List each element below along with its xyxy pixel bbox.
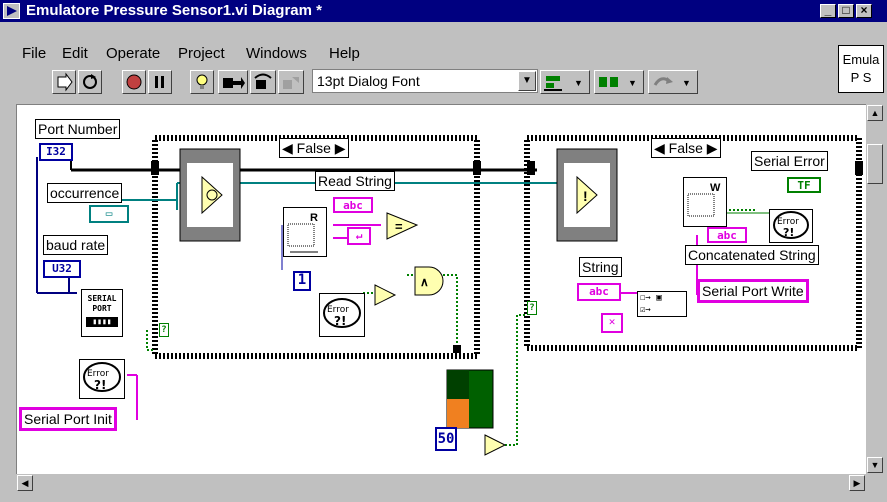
step-out-button[interactable] [278,70,304,94]
concat-string-indicator[interactable]: abc [707,227,747,243]
menu-windows[interactable]: Windows [246,45,307,62]
case-selector-1[interactable]: ◀ False ▶ [279,138,349,158]
baud-rate-label: baud rate [43,235,109,255]
font-select-value: 13pt Dialog Font [317,73,420,89]
error-handler-node-1[interactable]: Error?! [79,359,125,399]
byte-count-constant[interactable]: 1 [293,271,311,291]
return-char-constant[interactable]: ↵ [347,227,371,245]
case-selector-2[interactable]: ◀ False ▶ [651,138,721,158]
svg-text:?!: ?! [783,226,794,239]
svg-text:?!: ?! [334,314,346,328]
menu-edit[interactable]: Edit [62,45,88,62]
svg-text:?!: ?! [94,378,106,392]
concatenate-strings-node[interactable]: ☐→ ▣ ☑→ [637,291,687,317]
scroll-right-icon[interactable]: ▶ [849,475,865,491]
step-over-button[interactable] [250,70,276,94]
serial-read-node[interactable]: R [283,207,327,257]
vertical-scroll-thumb[interactable] [867,144,883,184]
block-diagram-canvas[interactable]: = ∧ ! Port Number I32 occurrence ▭ baud … [16,104,868,476]
port-number-control[interactable]: I32 [39,143,73,161]
case-selector-2-value: False [668,140,703,156]
scroll-up-icon[interactable]: ▲ [867,105,883,121]
minimize-button[interactable]: _ [820,4,836,18]
svg-text:!: ! [583,188,588,204]
occurrence-control[interactable]: ▭ [89,205,129,223]
occurrence-label: occurrence [47,183,123,203]
menu-file[interactable]: File [22,45,46,62]
serial-port-init-label: Serial Port Init [19,407,117,431]
size-grip[interactable] [866,474,884,492]
case1-selector-terminal: ? [159,323,169,337]
run-button[interactable] [52,70,76,94]
chevron-down-icon[interactable]: ▼ [518,71,536,91]
read-r-text: R [310,212,318,224]
svg-text:=: = [395,219,403,234]
string-constant-icon[interactable]: ✕ [601,313,623,333]
scroll-left-icon[interactable]: ◀ [17,475,33,491]
vertical-scrollbar[interactable]: ▲ ▼ [866,104,884,474]
svg-text:▼: ▼ [682,78,691,88]
menu-project[interactable]: Project [178,45,225,62]
serial-port-text-1: SERIAL [87,294,117,303]
error-handler-node-2[interactable]: Error?! [319,293,365,337]
read-string-indicator[interactable]: abc [333,197,373,213]
svg-text:▼: ▼ [574,78,583,88]
vi-icon-text-2: P S [850,70,872,85]
vi-diagram-icon[interactable] [3,3,20,19]
horizontal-scrollbar[interactable]: ◀ ▶ [16,474,866,492]
string-label: String [579,257,622,277]
string-control[interactable]: abc [577,283,621,301]
font-select[interactable]: 13pt Dialog Font ▼ [312,69,538,93]
case-selector-1-value: False [296,140,331,156]
distribute-objects-button[interactable]: ▼ [594,70,644,94]
menu-operate[interactable]: Operate [106,45,160,62]
step-into-button[interactable] [218,70,248,94]
menu-help[interactable]: Help [329,45,360,62]
svg-text:▼: ▼ [628,78,637,88]
baud-rate-control[interactable]: U32 [43,260,81,278]
close-button[interactable]: × [856,4,872,18]
serial-port-write-label: Serial Port Write [697,279,809,303]
port-number-label: Port Number [35,119,121,139]
maximize-button[interactable]: □ [838,4,854,18]
serial-port-text-2: PORT [92,304,112,313]
vi-icon-text-1: Emula [842,52,880,67]
case2-selector-terminal: ? [527,301,537,315]
abort-button[interactable] [122,70,146,94]
pause-button[interactable] [148,70,172,94]
title-bar: Emulatore Pressure Sensor1.vi Diagram * … [0,0,887,22]
write-w-text: W [710,182,721,194]
read-string-label: Read String [315,171,395,191]
run-continuously-button[interactable] [78,70,102,94]
error-handler-node-3[interactable]: Error?! [769,209,813,243]
window-title: Emulatore Pressure Sensor1.vi Diagram * [26,2,322,19]
reorder-button[interactable]: ▼ [648,70,698,94]
wait-ms-constant[interactable]: 50 [435,427,457,451]
serial-port-init-node[interactable]: SERIAL PORT ▮▮▮▮ [81,289,123,337]
serial-error-label: Serial Error [751,151,828,171]
vi-icon[interactable]: Emula P S [838,45,884,93]
scroll-down-icon[interactable]: ▼ [867,457,883,473]
concatenated-string-label: Concatenated String [685,245,819,265]
serial-error-indicator[interactable]: TF [787,177,821,193]
highlight-execution-button[interactable] [190,70,214,94]
serial-write-node[interactable]: W [683,177,727,227]
align-objects-button[interactable]: ▼ [540,70,590,94]
svg-text:∧: ∧ [420,275,429,289]
